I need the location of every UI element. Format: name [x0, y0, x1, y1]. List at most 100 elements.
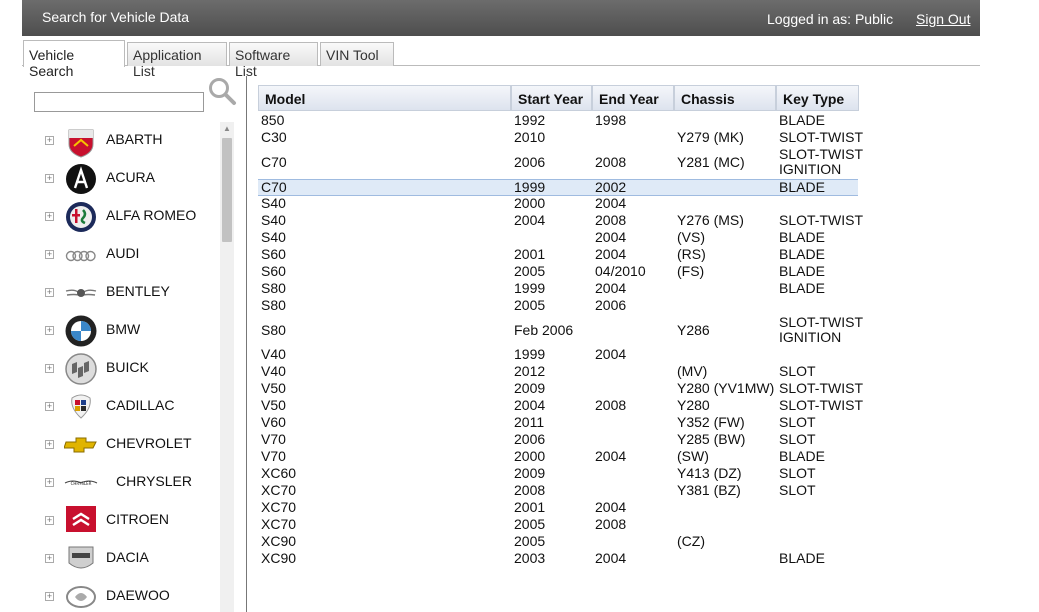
expand-plus-icon[interactable]: +: [45, 250, 54, 259]
chevrolet-logo-icon: [63, 428, 98, 462]
cell-model: XC70: [261, 482, 297, 498]
table-row[interactable]: V60 2011 Y352 (FW) SLOT: [258, 415, 858, 432]
scroll-up-arrow-icon[interactable]: ▲: [220, 122, 234, 136]
cell-start: 1999: [514, 179, 546, 195]
make-item[interactable]: + CHRYSLER CHRYSLER: [22, 464, 220, 502]
cell-model: C70: [261, 154, 287, 170]
search-input[interactable]: [34, 92, 204, 112]
make-tree: + ABARTH + ACURA + ALFA ROMEO + AUDI + BENTLEY + BM…: [22, 122, 220, 612]
table-row[interactable]: S40 2000 2004: [258, 196, 858, 213]
table-row[interactable]: XC60 2009 Y413 (DZ) SLOT: [258, 466, 858, 483]
make-item[interactable]: + BENTLEY: [22, 274, 220, 312]
make-name: BUICK: [106, 359, 149, 375]
expand-plus-icon[interactable]: +: [45, 326, 54, 335]
table-row[interactable]: V50 2009 Y280 (YV1MW) SLOT-TWIST: [258, 381, 863, 398]
expand-plus-icon[interactable]: +: [45, 212, 54, 221]
search-icon[interactable]: [207, 76, 237, 106]
col-start-year-header[interactable]: Start Year: [511, 85, 592, 111]
cell-key: SLOT-TWIST: [779, 129, 863, 145]
tab-software-list[interactable]: Software List: [229, 42, 318, 79]
table-row[interactable]: S60 2001 2004 (RS) BLADE: [258, 247, 858, 264]
table-row[interactable]: S40 2004 2008 Y276 (MS) SLOT-TWIST: [258, 212, 863, 230]
expand-plus-icon[interactable]: +: [45, 592, 54, 601]
table-row[interactable]: S80 1999 2004 BLADE: [258, 281, 858, 298]
table-row[interactable]: XC90 2005 (CZ): [258, 534, 858, 551]
cell-start: 2005: [514, 297, 546, 313]
table-row[interactable]: XC70 2008 Y381 (BZ) SLOT: [258, 483, 858, 500]
table-row[interactable]: V40 2012 (MV) SLOT: [258, 364, 858, 381]
table-row[interactable]: C70 2006 2008 Y281 (MC) SLOT-TWIST IGNITION: [258, 147, 863, 179]
table-row[interactable]: C30 2010 Y279 (MK) SLOT-TWIST: [258, 130, 863, 147]
tab-vehicle-search[interactable]: Vehicle Search: [23, 40, 125, 79]
cell-key: BLADE: [779, 179, 825, 195]
col-end-year-header[interactable]: End Year: [592, 85, 674, 111]
col-model-header[interactable]: Model: [258, 85, 511, 111]
cell-start: Feb 2006: [514, 322, 574, 338]
cell-start: 2008: [514, 482, 546, 498]
tab-application-list[interactable]: Application List: [127, 42, 227, 79]
cadillac-logo-icon: [64, 390, 98, 424]
table-row[interactable]: XC70 2001 2004: [258, 500, 858, 517]
table-row[interactable]: XC70 2005 2008: [258, 517, 858, 534]
pane-splitter[interactable]: [246, 76, 247, 612]
sign-out-link[interactable]: Sign Out: [916, 11, 970, 27]
table-row[interactable]: XC90 2003 2004 BLADE: [258, 551, 858, 568]
make-item[interactable]: + AUDI: [22, 236, 220, 274]
cell-end: 2008: [595, 516, 627, 532]
cell-model: S40: [261, 212, 286, 228]
table-row[interactable]: V70 2006 Y285 (BW) SLOT: [258, 432, 858, 449]
table-row-selected[interactable]: C70 1999 2002 BLADE: [258, 179, 858, 196]
expand-plus-icon[interactable]: +: [45, 554, 54, 563]
cell-end: 2008: [595, 212, 627, 228]
make-item[interactable]: + ALFA ROMEO: [22, 198, 220, 236]
table-row[interactable]: V40 1999 2004: [258, 347, 858, 364]
cell-model: C70: [261, 179, 287, 195]
cell-end: 2004: [595, 346, 627, 362]
scroll-thumb[interactable]: [222, 138, 232, 242]
table-row[interactable]: S80 2005 2006: [258, 298, 858, 315]
make-item[interactable]: + DACIA: [22, 540, 220, 578]
make-item[interactable]: + DAEWOO: [22, 578, 220, 612]
cell-key: BLADE: [779, 280, 825, 296]
cell-key: SLOT-TWIST: [779, 397, 863, 413]
table-row[interactable]: S60 2005 04/2010 (FS) BLADE: [258, 264, 858, 281]
expand-plus-icon[interactable]: +: [45, 364, 54, 373]
make-item[interactable]: + CHEVROLET: [22, 426, 220, 464]
cell-start: 2012: [514, 363, 546, 379]
make-item[interactable]: + BMW: [22, 312, 220, 350]
make-name: BMW: [106, 321, 141, 337]
cell-start: 2005: [514, 263, 546, 279]
expand-plus-icon[interactable]: +: [45, 516, 54, 525]
expand-plus-icon[interactable]: +: [45, 478, 54, 487]
make-list-scrollbar[interactable]: ▲: [220, 122, 234, 612]
cell-chassis: Y276 (MS): [677, 212, 744, 228]
cell-end: 2004: [595, 280, 627, 296]
table-row[interactable]: V70 2000 2004 (SW) BLADE: [258, 449, 858, 466]
col-chassis-header[interactable]: Chassis: [674, 85, 776, 111]
cell-key: BLADE: [779, 112, 825, 128]
cell-key: SLOT: [779, 465, 816, 481]
tab-vin-tool[interactable]: VIN Tool: [320, 42, 394, 66]
cell-model: XC60: [261, 465, 297, 481]
expand-plus-icon[interactable]: +: [45, 440, 54, 449]
col-key-type-header[interactable]: Key Type: [776, 85, 859, 111]
expand-plus-icon[interactable]: +: [45, 174, 54, 183]
make-item[interactable]: + CADILLAC: [22, 388, 220, 426]
table-row[interactable]: S80 Feb 2006 Y286 SLOT-TWIST IGNITION: [258, 315, 863, 347]
table-row[interactable]: S40 2004 (VS) BLADE: [258, 230, 858, 247]
make-item[interactable]: + ABARTH: [22, 122, 220, 160]
cell-key: BLADE: [779, 550, 825, 566]
make-name: DAEWOO: [106, 587, 170, 603]
expand-plus-icon[interactable]: +: [45, 402, 54, 411]
table-row[interactable]: 850 1992 1998 BLADE: [258, 113, 858, 130]
audi-logo-icon: [64, 238, 98, 272]
make-item[interactable]: + BUICK: [22, 350, 220, 388]
make-item[interactable]: + CITROEN: [22, 502, 220, 540]
table-row[interactable]: V50 2004 2008 Y280 SLOT-TWIST: [258, 398, 863, 415]
make-item[interactable]: + ACURA: [22, 160, 220, 198]
cell-model: XC70: [261, 516, 297, 532]
expand-plus-icon[interactable]: +: [45, 136, 54, 145]
cell-key: SLOT: [779, 482, 816, 498]
expand-plus-icon[interactable]: +: [45, 288, 54, 297]
cell-model: V70: [261, 448, 286, 464]
